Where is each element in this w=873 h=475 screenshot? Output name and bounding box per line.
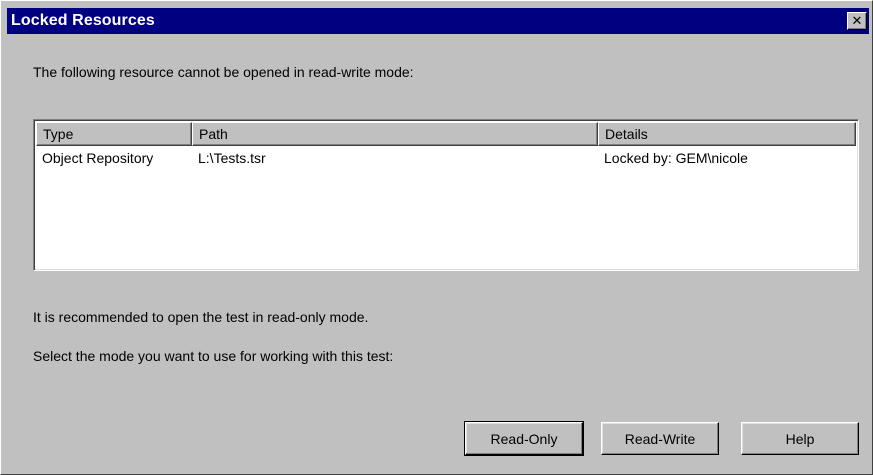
- resource-message: The following resource cannot be opened …: [33, 64, 414, 80]
- table-row[interactable]: Object Repository L:\Tests.tsr Locked by…: [36, 148, 856, 168]
- dialog-title: Locked Resources: [11, 12, 155, 29]
- recommendation-text: It is recommended to open the test in re…: [33, 309, 369, 325]
- read-only-button[interactable]: Read-Only: [464, 421, 584, 456]
- column-header-type[interactable]: Type: [36, 122, 192, 146]
- read-write-button[interactable]: Read-Write: [601, 422, 719, 455]
- cell-type: Object Repository: [42, 150, 154, 166]
- locked-resources-dialog: Locked Resources ✕ The following resourc…: [0, 0, 873, 475]
- close-button[interactable]: ✕: [847, 12, 867, 30]
- cell-path: L:\Tests.tsr: [198, 150, 266, 166]
- cell-details: Locked by: GEM\nicole: [604, 150, 748, 166]
- close-icon: ✕: [851, 13, 863, 29]
- select-mode-text: Select the mode you want to use for work…: [33, 348, 394, 364]
- title-bar: Locked Resources ✕: [7, 8, 869, 34]
- help-button[interactable]: Help: [741, 422, 859, 455]
- list-header: Type Path Details: [36, 122, 856, 146]
- column-header-path[interactable]: Path: [192, 122, 598, 146]
- locked-resources-list[interactable]: Type Path Details Object Repository L:\T…: [33, 119, 859, 271]
- column-header-details[interactable]: Details: [598, 122, 856, 146]
